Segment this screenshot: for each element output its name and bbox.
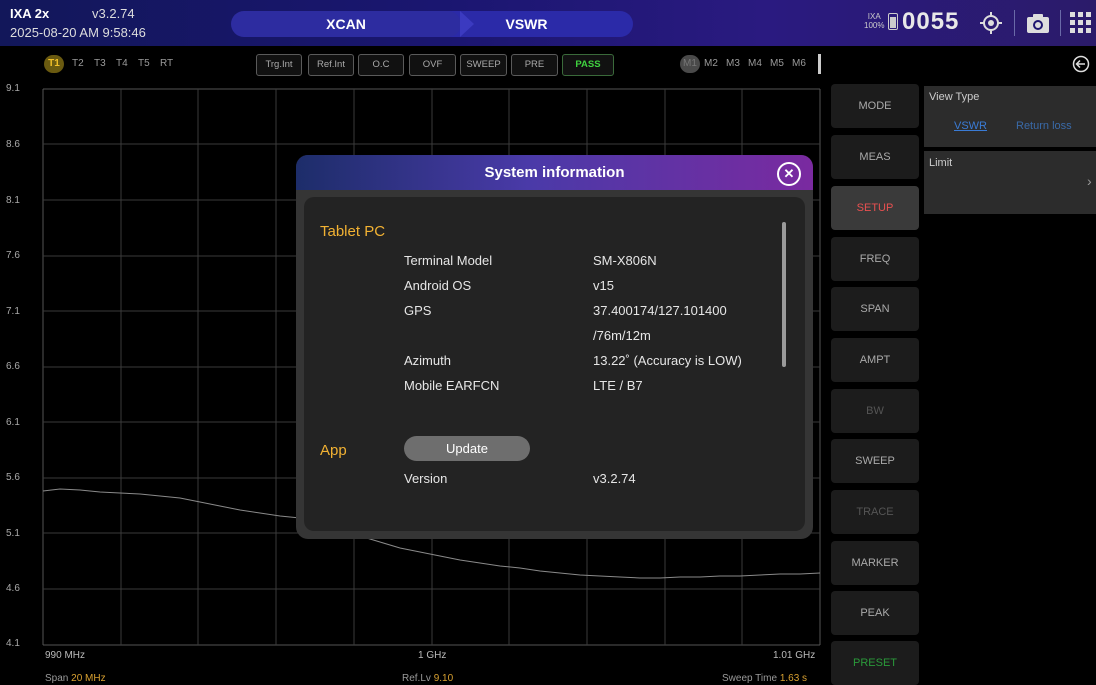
trace-t3[interactable]: T3	[94, 58, 106, 69]
menu-ampt[interactable]: AMPT	[831, 338, 919, 382]
view-type-label: View Type	[929, 91, 980, 103]
info-label: GPS	[404, 303, 432, 318]
sweep-time-value: 1.63 s	[779, 673, 808, 684]
trace-t1[interactable]: T1	[44, 55, 64, 73]
menu-freq[interactable]: FREQ	[831, 237, 919, 281]
y-tick: 9.1	[6, 83, 20, 94]
marker-m2[interactable]: M2	[704, 58, 718, 69]
camera-icon[interactable]	[1025, 10, 1051, 36]
datetime: 2025-08-20 AM 9:58:46	[10, 25, 146, 40]
y-tick: 4.6	[6, 583, 20, 594]
span-value: 20 MHz	[71, 673, 106, 684]
view-option-vswr[interactable]: VSWR	[954, 120, 987, 132]
menu-sweep[interactable]: SWEEP	[831, 439, 919, 483]
app-version: v3.2.74	[92, 6, 135, 21]
span-info: Span 20 MHz	[45, 673, 106, 684]
back-arrow-icon[interactable]	[1072, 55, 1090, 73]
marker-m5[interactable]: M5	[770, 58, 784, 69]
top-bar: IXA 2x v3.2.74 2025-08-20 AM 9:58:46 VSW…	[0, 0, 1096, 46]
info-value: /76m/12m	[593, 328, 651, 343]
indicator-pre: PRE	[511, 54, 558, 76]
device-status: IXA 100%	[864, 12, 884, 30]
version-label: Version	[404, 471, 448, 486]
menu-mode[interactable]: MODE	[831, 84, 919, 128]
span-label: Span	[45, 673, 69, 684]
grid-menu-icon[interactable]	[1068, 10, 1094, 36]
menu-preset[interactable]: PRESET	[831, 641, 919, 685]
limit-panel[interactable]: Limit ›	[924, 151, 1096, 214]
x-start-label: 990 MHz	[45, 650, 86, 661]
trace-t4[interactable]: T4	[116, 58, 128, 69]
view-option-return-loss[interactable]: Return loss	[1016, 120, 1072, 132]
indicator-ovf: OVF	[409, 54, 456, 76]
view-type-panel: View Type VSWR Return loss	[924, 86, 1096, 147]
section-tablet-pc: Tablet PC	[320, 223, 386, 240]
reflv-value: 9.10	[433, 673, 454, 684]
tab-separator-chevron	[460, 11, 474, 37]
info-value: LTE / B7	[593, 378, 643, 393]
reflv-info: Ref.Lv 9.10	[402, 673, 453, 684]
indicator-ref-int: Ref.Int	[308, 54, 354, 76]
menu-peak[interactable]: PEAK	[831, 591, 919, 635]
info-label: Android OS	[404, 278, 472, 293]
info-label: Terminal Model	[404, 253, 493, 268]
marker-m3[interactable]: M3	[726, 58, 740, 69]
y-tick: 7.6	[6, 250, 20, 261]
info-value: 13.22˚ (Accuracy is LOW)	[593, 353, 742, 368]
menu-marker[interactable]: MARKER	[831, 541, 919, 585]
indicator-sweep: SWEEP	[460, 54, 507, 76]
battery-percent: 100%	[864, 21, 885, 30]
info-value: SM-X806N	[593, 253, 657, 268]
y-tick: 6.1	[6, 417, 20, 428]
section-app: App	[320, 442, 347, 459]
y-tick: 8.1	[6, 195, 20, 206]
menu-span[interactable]: SPAN	[831, 287, 919, 331]
x-center-label: 1 GHz	[418, 650, 447, 661]
trace-rt[interactable]: RT	[160, 58, 173, 69]
indicator-trg-int: Trg.Int	[256, 54, 302, 76]
y-tick: 4.1	[6, 638, 20, 649]
y-tick: 5.6	[6, 472, 20, 483]
info-label: Mobile EARFCN	[404, 378, 500, 393]
counter-display: 0055	[902, 8, 960, 35]
tab-xcan[interactable]: XCAN	[231, 11, 461, 37]
dialog-scrollbar[interactable]	[782, 222, 786, 367]
device-label: IXA	[867, 12, 881, 21]
info-label: Azimuth	[404, 353, 451, 368]
chevron-right-icon: ›	[1087, 173, 1092, 189]
battery-icon	[888, 13, 898, 30]
trace-t2[interactable]: T2	[72, 58, 84, 69]
close-icon[interactable]: ✕	[777, 162, 801, 186]
indicator-oc: O.C	[358, 54, 404, 76]
marker-m1[interactable]: M1	[680, 55, 700, 73]
menu-bw[interactable]: BW	[831, 389, 919, 433]
toolbar-divider	[1060, 10, 1061, 36]
app-name: IXA 2x	[10, 6, 50, 21]
y-tick: 5.1	[6, 528, 20, 539]
marker-scroll-indicator	[818, 54, 821, 74]
sweep-time-info: Sweep Time 1.63 s	[722, 673, 807, 684]
marker-m4[interactable]: M4	[748, 58, 762, 69]
y-tick: 8.6	[6, 139, 20, 150]
limit-label: Limit	[929, 157, 953, 169]
y-tick: 7.1	[6, 306, 20, 317]
menu-setup[interactable]: SETUP	[831, 186, 919, 230]
gps-target-icon[interactable]	[978, 10, 1004, 36]
toolbar-divider	[1014, 10, 1015, 36]
reflv-label: Ref.Lv	[402, 673, 431, 684]
indicator-pass: PASS	[562, 54, 614, 76]
sweep-time-label: Sweep Time	[722, 673, 778, 684]
menu-meas[interactable]: MEAS	[831, 135, 919, 179]
trace-t5[interactable]: T5	[138, 58, 150, 69]
update-button[interactable]: Update	[404, 436, 530, 461]
x-end-label: 1.01 GHz	[773, 650, 816, 661]
y-tick: 6.6	[6, 361, 20, 372]
version-value: v3.2.74	[593, 471, 636, 486]
dialog-title: System information	[484, 164, 625, 181]
marker-m6[interactable]: M6	[792, 58, 806, 69]
info-value: 37.400174/127.101400	[593, 303, 727, 318]
info-value: v15	[593, 278, 614, 293]
menu-trace[interactable]: TRACE	[831, 490, 919, 534]
